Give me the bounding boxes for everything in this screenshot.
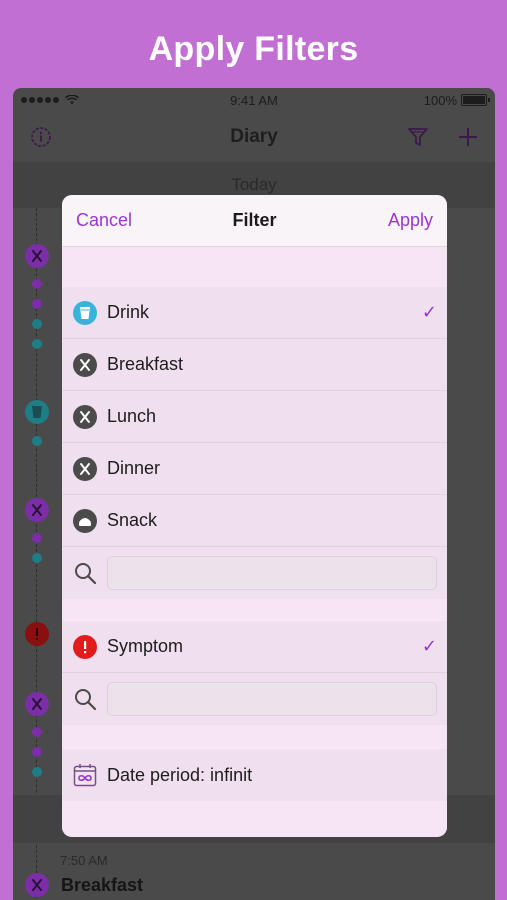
filter-row-label: Symptom [107,636,184,656]
checkmark-icon: ✓ [421,302,437,322]
plus-icon[interactable] [457,126,479,148]
filter-row-lunch[interactable]: Lunch [62,391,447,443]
info-gear-icon[interactable] [29,125,53,149]
entry-time: 7:50 AM [60,853,108,868]
apply-button[interactable]: Apply [388,210,433,231]
nav-bar: Diary [13,112,495,162]
section-spacer [62,599,447,621]
exclamation-icon [73,634,97,659]
calendar-infinity-icon [73,764,97,787]
cup-icon [73,300,97,325]
food-filter-section: Drink ✓ Breakfast Lunch Dinner Snack [62,287,447,599]
filter-row-breakfast[interactable]: Breakfast [62,339,447,391]
timeline-dot [32,747,42,757]
timeline-meal-icon[interactable] [25,692,49,716]
timeline-dot [32,553,42,563]
battery-area: 100% [423,92,490,108]
timeline-dot [32,533,42,543]
nav-actions [407,126,479,148]
timeline-drink-icon[interactable] [25,400,49,424]
filter-row-label: Snack [107,510,158,530]
filter-row-dinner[interactable]: Dinner [62,443,447,495]
wifi-icon [65,95,79,105]
timeline-dot [32,299,42,309]
filter-dialog-header: Cancel Filter Apply [62,195,447,247]
timeline-dot [32,727,42,737]
checkmark-icon: ✓ [421,636,437,656]
fork-knife-icon [25,873,49,897]
food-search-input[interactable] [107,556,437,590]
timeline-symptom-icon[interactable] [25,622,49,646]
timeline-dot [32,339,42,349]
filter-row-snack[interactable]: Snack [62,495,447,547]
search-icon [75,689,97,711]
symptom-search-input[interactable] [107,682,437,716]
filter-icon[interactable] [407,126,429,148]
filter-row-label: Breakfast [107,354,184,374]
filter-row-symptom[interactable]: Symptom ✓ [62,621,447,673]
timeline-dot [32,436,42,446]
search-icon [75,563,97,585]
cancel-button[interactable]: Cancel [76,210,132,231]
symptom-filter-section: Symptom ✓ [62,621,447,725]
status-time: 9:41 AM [230,92,278,108]
timeline-meal-icon[interactable] [25,498,49,522]
fork-knife-icon [73,352,97,377]
timeline-dot [32,279,42,289]
food-search-row [62,547,447,599]
signal-icon [21,97,59,103]
entry-label: Breakfast [61,874,144,895]
timeline-dot [32,767,42,777]
status-bar: 9:41 AM 100% [13,88,495,112]
promo-banner: Apply Filters [0,0,507,90]
filter-row-drink[interactable]: Drink ✓ [62,287,447,339]
section-spacer [62,725,447,749]
filter-row-label: Lunch [107,406,157,426]
dialog-bottom-spacer [62,801,447,835]
battery-percent: 100% [423,92,457,108]
timeline-meal-icon[interactable] [25,244,49,268]
filter-row-label: Dinner [107,458,161,478]
date-filter-section: Date period: infinit [62,749,447,801]
date-period-label: Date period: infinit [107,764,253,785]
filter-row-label: Drink [107,302,150,322]
battery-icon [461,94,490,106]
symptom-search-row [62,673,447,725]
fork-knife-icon [73,456,97,481]
banner-title: Apply Filters [148,29,359,68]
fork-knife-icon [73,404,97,429]
diary-entry-row[interactable]: Breakfast [25,873,143,897]
snack-icon [73,508,97,533]
day-header-label: Today [231,175,277,194]
timeline-dot [32,319,42,329]
signal-area [21,95,79,105]
section-spacer [62,247,447,287]
date-period-row[interactable]: Date period: infinit [62,749,447,801]
filter-dialog: Cancel Filter Apply Drink ✓ Breakfast Lu… [62,195,447,837]
